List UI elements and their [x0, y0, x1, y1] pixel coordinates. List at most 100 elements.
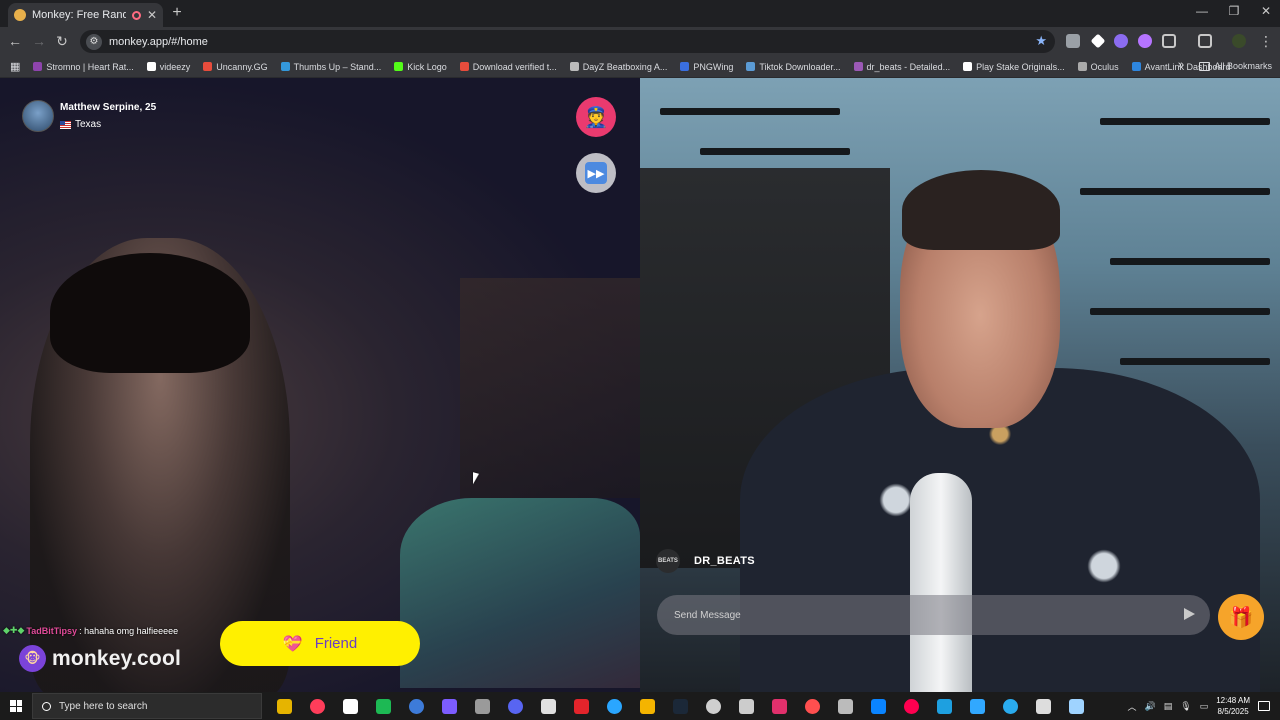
taskbar-app-icon[interactable]: [664, 692, 697, 720]
notifications-icon[interactable]: [1258, 701, 1270, 711]
taskbar-app-icon[interactable]: [367, 692, 400, 720]
taskbar-app-icon[interactable]: [829, 692, 862, 720]
minimize-icon[interactable]: —: [1190, 4, 1214, 18]
clock-time: 12:48 AM: [1216, 696, 1250, 705]
forward-icon[interactable]: →: [30, 33, 48, 49]
extension-diamond-icon[interactable]: [1090, 33, 1106, 49]
taskbar-app-icon[interactable]: [433, 692, 466, 720]
maximize-icon[interactable]: ❐: [1222, 4, 1246, 18]
taskbar-app-icon[interactable]: [499, 692, 532, 720]
bookmark-label: DayZ Beatboxing A...: [582, 61, 668, 72]
bookmark-item[interactable]: Stromno | Heart Rat...: [33, 62, 134, 72]
message-input[interactable]: [674, 609, 1154, 621]
browser-menu-icon[interactable]: ⋮: [1257, 33, 1275, 50]
taskbar-app-icon[interactable]: [961, 692, 994, 720]
taskbar-app-icon[interactable]: [565, 692, 598, 720]
network-icon[interactable]: ▭: [1200, 701, 1209, 712]
browser-tab-strip: Monkey: Free Random Vide ✕ + — ❐ ✕: [0, 0, 1280, 27]
friend-button[interactable]: 💝 Friend: [220, 621, 420, 666]
bookmark-item[interactable]: Kick Logo: [394, 62, 447, 72]
tray-overflow-icon[interactable]: ︿: [1127, 700, 1136, 713]
match-user-card[interactable]: Matthew Serpine, 25 Texas: [22, 100, 156, 132]
bookmarks-overflow-icon[interactable]: »: [1178, 59, 1184, 71]
bookmark-label: Uncanny.GG: [216, 61, 268, 72]
taskbar-app-icon[interactable]: [400, 692, 433, 720]
clock-date: 8/5/2025: [1217, 707, 1249, 716]
taskbar-app-icon[interactable]: [862, 692, 895, 720]
taskbar-app-icon[interactable]: [730, 692, 763, 720]
bookmark-favicon-icon: [280, 62, 290, 71]
chat-text: : hahaha omg halfieeeee: [79, 625, 179, 636]
extension-icon[interactable]: [1066, 34, 1080, 48]
bookmark-item[interactable]: DayZ Beatboxing A...: [569, 61, 668, 72]
bookmark-favicon-icon: [746, 62, 756, 71]
taskbar-app-icon[interactable]: [1027, 692, 1060, 720]
bookmark-item[interactable]: Thumbs Up – Stand...: [280, 62, 381, 72]
skip-button[interactable]: ▶▶: [576, 153, 616, 193]
new-tab-button[interactable]: +: [168, 4, 186, 22]
bookmark-favicon-icon: [1077, 62, 1087, 71]
extensions-puzzle-icon[interactable]: [1162, 34, 1176, 48]
taskbar-app-icon[interactable]: [796, 692, 829, 720]
taskbar-app-icon[interactable]: [334, 692, 367, 720]
bookmark-label: PNGWing: [693, 61, 734, 72]
volume-icon[interactable]: 🔊: [1145, 701, 1156, 712]
match-avatar[interactable]: [22, 100, 54, 132]
profile-avatar-icon[interactable]: [1232, 34, 1246, 48]
monkey-favicon-icon: [14, 9, 26, 21]
all-bookmarks-label: All Bookmarks: [1214, 61, 1272, 71]
bookmark-item[interactable]: videezy: [146, 62, 190, 72]
microphone-icon[interactable]: 🎙: [1180, 701, 1191, 712]
taskbar-app-icon[interactable]: [895, 692, 928, 720]
taskbar-search[interactable]: Type here to search: [32, 693, 262, 719]
site-info-icon[interactable]: ⚙: [86, 33, 102, 50]
printer-icon[interactable]: ▤: [1164, 701, 1173, 712]
self-user-badge: BEATS DR_BEATS: [656, 549, 755, 573]
side-panel-icon[interactable]: [1198, 34, 1212, 48]
taskbar-app-icon[interactable]: [928, 692, 961, 720]
taskbar-app-icon[interactable]: [697, 692, 730, 720]
taskbar-app-icon[interactable]: [631, 692, 664, 720]
stranger-video: [0, 78, 640, 692]
all-bookmarks-button[interactable]: All Bookmarks: [1199, 61, 1272, 71]
taskbar-app-icon[interactable]: [1060, 692, 1093, 720]
start-button[interactable]: [0, 692, 32, 720]
report-button[interactable]: 👮: [576, 97, 616, 137]
screen: Monkey: Free Random Vide ✕ + — ❐ ✕ ← → ↻…: [0, 0, 1280, 720]
reload-icon[interactable]: ↻: [53, 33, 71, 50]
taskbar-app-icon[interactable]: [763, 692, 796, 720]
extension-purple-icon[interactable]: [1114, 34, 1128, 48]
monkey-brand: 🐵 monkey.cool: [19, 645, 181, 672]
taskbar-app-icon[interactable]: [301, 692, 334, 720]
taskbar-app-icon[interactable]: [994, 692, 1027, 720]
taskbar-app-icon[interactable]: [466, 692, 499, 720]
bookmark-item[interactable]: Oculus: [1077, 62, 1119, 72]
bookmark-item[interactable]: PNGWing: [680, 62, 733, 72]
taskbar-clock[interactable]: 12:48 AM 8/5/2025: [1216, 695, 1250, 717]
message-box[interactable]: [657, 595, 1210, 635]
taskbar-app-icon[interactable]: [598, 692, 631, 720]
browser-tab-monkey[interactable]: Monkey: Free Random Vide ✕: [8, 3, 163, 27]
taskbar-app-icon[interactable]: [268, 692, 301, 720]
host-hair: [902, 170, 1060, 250]
bookmark-item[interactable]: Play Stake Originals...: [963, 62, 1065, 72]
bookmark-item[interactable]: Tiktok Downloader...: [746, 61, 841, 72]
extension-star-icon[interactable]: [1138, 34, 1152, 48]
bookmark-favicon-icon: [853, 62, 863, 71]
bookmark-item[interactable]: Download verified t...: [459, 62, 557, 72]
bookmark-label: Tiktok Downloader...: [759, 61, 841, 72]
gift-button[interactable]: 🎁: [1218, 594, 1264, 640]
back-icon[interactable]: ←: [6, 33, 24, 49]
tab-title: Monkey: Free Random Vide: [32, 9, 126, 21]
bookmark-star-icon[interactable]: ★: [1035, 33, 1047, 49]
address-bar[interactable]: ⚙ monkey.app/#/home ★: [80, 30, 1055, 53]
taskbar-app-icon[interactable]: [532, 692, 565, 720]
wall-rifle: [1100, 118, 1270, 125]
bookmark-item[interactable]: dr_beats - Detailed...: [853, 62, 950, 72]
window-close-icon[interactable]: ✕: [1254, 4, 1278, 18]
send-icon[interactable]: [1184, 608, 1195, 620]
tab-close-icon[interactable]: ✕: [147, 8, 157, 22]
bookmarks-bar: ▦ Stromno | Heart Rat... videezy Uncanny.G…: [0, 56, 1280, 78]
apps-grid-icon[interactable]: ▦: [10, 60, 20, 73]
bookmark-item[interactable]: Uncanny.GG: [203, 61, 268, 72]
